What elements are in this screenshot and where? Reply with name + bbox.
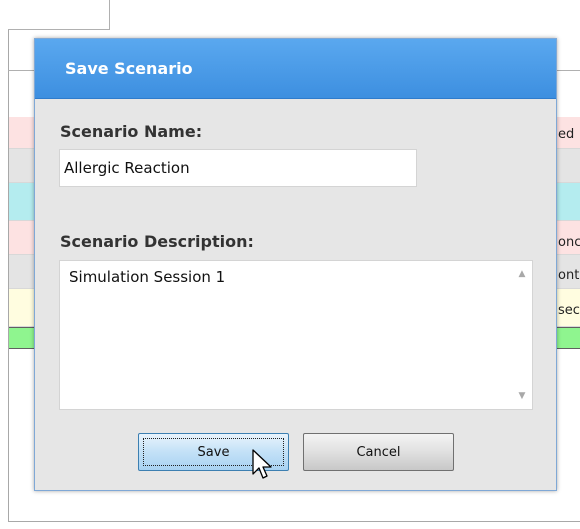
mouse-pointer-icon [252, 449, 272, 479]
vertical-scrollbar[interactable]: ▲ ▼ [512, 261, 532, 409]
cancel-button[interactable]: Cancel [303, 433, 454, 471]
dialog-title: Save Scenario [65, 59, 193, 78]
scroll-down-icon[interactable]: ▼ [516, 391, 528, 401]
table-cell: onc [558, 235, 580, 250]
scroll-up-icon[interactable]: ▲ [516, 269, 528, 279]
scenario-name-input[interactable]: Allergic Reaction [59, 149, 417, 187]
table-cell: ont [558, 268, 580, 283]
cancel-button-label: Cancel [356, 444, 401, 460]
dialog-titlebar[interactable]: Save Scenario [35, 39, 556, 98]
header-cell [8, 0, 110, 30]
scenario-description-value: Simulation Session 1 [69, 268, 226, 286]
table-cell: sec [558, 303, 580, 318]
scenario-name-label: Scenario Name: [60, 122, 203, 141]
save-scenario-dialog: Save Scenario Scenario Name: Allergic Re… [34, 38, 557, 491]
scenario-description-textarea[interactable]: Simulation Session 1 ▲ ▼ [59, 260, 533, 410]
dialog-body: Scenario Name: Allergic Reaction Scenari… [35, 98, 556, 490]
scenario-description-label: Scenario Description: [60, 232, 254, 251]
scenario-name-value: Allergic Reaction [64, 159, 190, 177]
table-cell: ed [558, 127, 575, 142]
